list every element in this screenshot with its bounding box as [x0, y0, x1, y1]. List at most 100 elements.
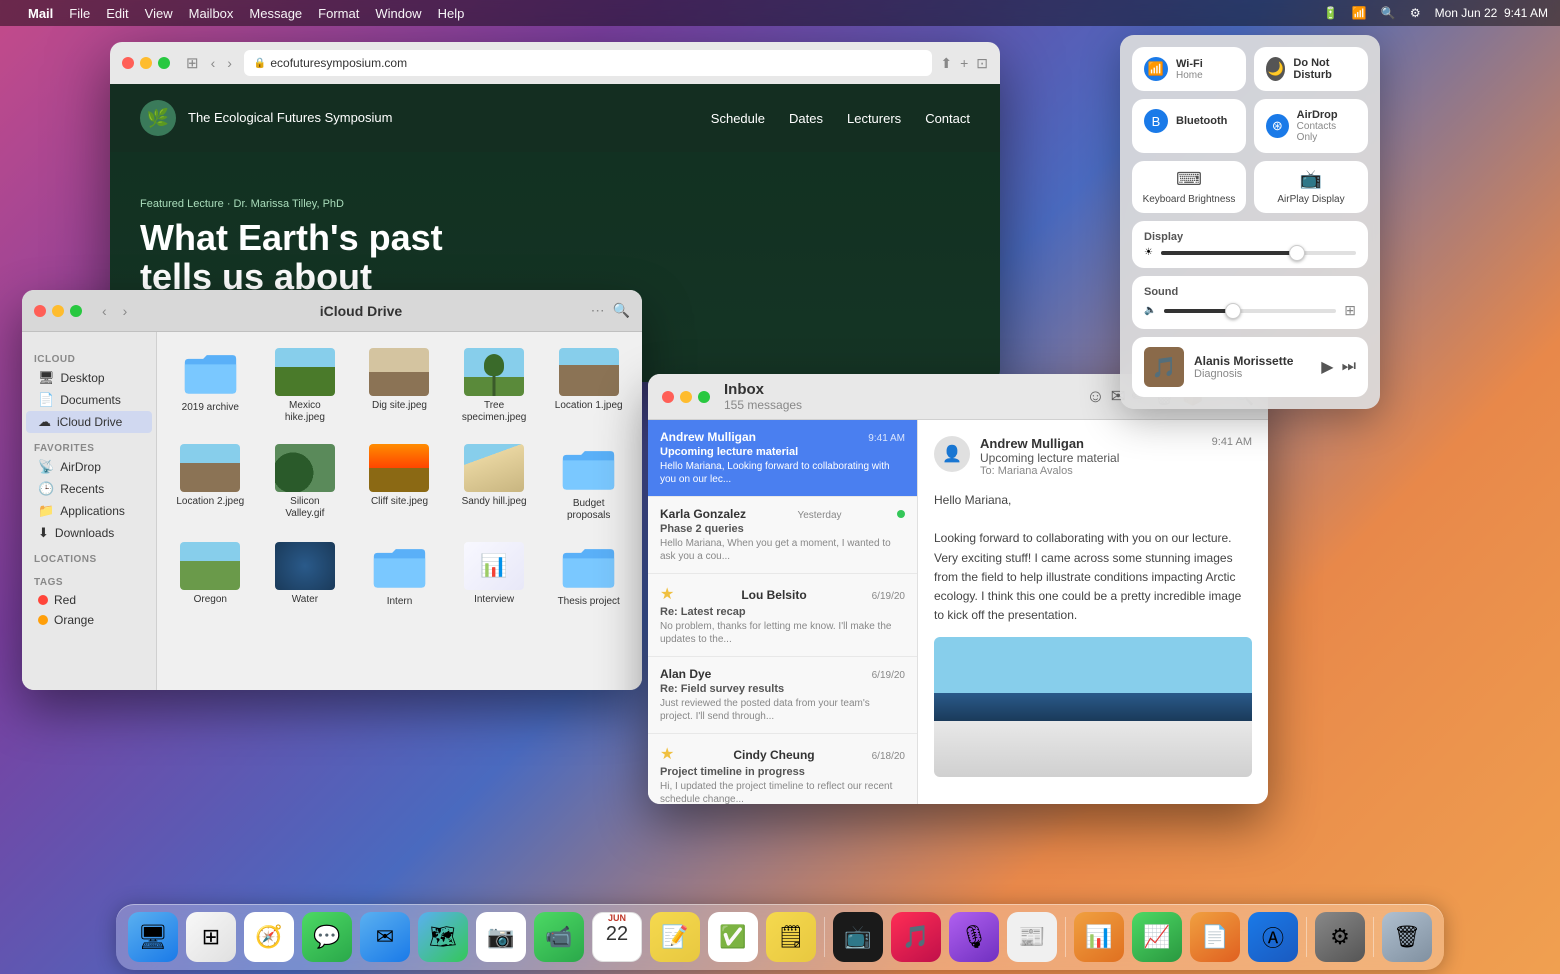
browser-close-button[interactable]: [122, 57, 134, 69]
cc-bluetooth-card[interactable]: B Bluetooth: [1132, 99, 1246, 153]
dock-safari[interactable]: 🧭: [242, 910, 296, 964]
file-item-thesis[interactable]: Thesis project: [545, 536, 632, 614]
menubar-help[interactable]: Help: [438, 6, 465, 21]
mail-item-andrew[interactable]: Andrew Mulligan 9:41 AM Upcoming lecture…: [648, 420, 917, 497]
menubar-window[interactable]: Window: [375, 6, 421, 21]
file-item-mexico[interactable]: Mexico hike.jpeg: [262, 342, 349, 430]
sidebar-item-airdrop[interactable]: 📡 AirDrop: [26, 456, 152, 478]
menubar-app[interactable]: Mail: [28, 6, 53, 21]
dock-calendar[interactable]: JUN 22: [590, 910, 644, 964]
dock-trash[interactable]: 🗑: [1380, 910, 1434, 964]
np-play-button[interactable]: ▶: [1321, 357, 1333, 377]
file-item-oregon[interactable]: Oregon: [167, 536, 254, 614]
menubar-format[interactable]: Format: [318, 6, 359, 21]
cc-wifi-card[interactable]: 📶 Wi-Fi Home: [1132, 47, 1246, 91]
browser-minimize-button[interactable]: [140, 57, 152, 69]
dock-photos[interactable]: 📷: [474, 910, 528, 964]
folder-icon-budget: [559, 444, 619, 494]
finder-close-button[interactable]: [34, 305, 46, 317]
menubar-message[interactable]: Message: [249, 6, 302, 21]
file-item-siliconvalley[interactable]: Silicon Valley.gif: [262, 438, 349, 528]
sidebar-item-icloud-drive[interactable]: ☁ iCloud Drive: [26, 411, 152, 433]
np-skip-button[interactable]: ⏭: [1342, 358, 1356, 376]
dock-podcasts[interactable]: 🎙: [947, 910, 1001, 964]
dock-appstore[interactable]: Ⓐ: [1246, 910, 1300, 964]
sidebar-item-recents[interactable]: 🕒 Recents: [26, 478, 152, 500]
dock-launchpad[interactable]: ⊞: [184, 910, 238, 964]
dock-numbers[interactable]: 📈: [1130, 910, 1184, 964]
sidebar-item-applications[interactable]: 📁 Applications: [26, 500, 152, 522]
dock-facetime[interactable]: 📹: [532, 910, 586, 964]
finder-more-button[interactable]: ⋯: [591, 302, 605, 319]
browser-share-button[interactable]: ⬆: [940, 55, 952, 72]
cc-airdrop-card[interactable]: ⊛ AirDrop Contacts Only: [1254, 99, 1368, 153]
dock-music[interactable]: 🎵: [889, 910, 943, 964]
dock-keynote[interactable]: 📊: [1072, 910, 1126, 964]
menubar-view[interactable]: View: [145, 6, 173, 21]
browser-zoom-button[interactable]: [158, 57, 170, 69]
mail-close-button[interactable]: [662, 391, 674, 403]
file-item-water[interactable]: Water: [262, 536, 349, 614]
file-item-budget[interactable]: Budget proposals: [545, 438, 632, 528]
dock-news[interactable]: 📰: [1005, 910, 1059, 964]
sidebar-toggle-button[interactable]: ⊞: [186, 54, 199, 72]
cc-sound-expand-icon[interactable]: ⊞: [1344, 302, 1356, 319]
finder-minimize-button[interactable]: [52, 305, 64, 317]
dock-mail[interactable]: ✉: [358, 910, 412, 964]
cc-keyboard-card[interactable]: ⌨ Keyboard Brightness: [1132, 161, 1246, 213]
control-center-icon[interactable]: ⚙: [1410, 6, 1421, 20]
finder-zoom-button[interactable]: [70, 305, 82, 317]
file-item-intern[interactable]: Intern: [356, 536, 443, 614]
mail-item-cindy[interactable]: ★ Cindy Cheung 6/18/20 Project timeline …: [648, 734, 917, 804]
dock-system-preferences[interactable]: ⚙: [1313, 910, 1367, 964]
browser-add-tab-button[interactable]: +: [960, 55, 968, 71]
dock-messages[interactable]: 💬: [300, 910, 354, 964]
file-item-interview[interactable]: 📊 Interview: [451, 536, 538, 614]
nav-schedule[interactable]: Schedule: [711, 111, 765, 126]
file-item-sandyhill[interactable]: Sandy hill.jpeg: [451, 438, 538, 528]
file-item-2019-archive[interactable]: 2019 archive: [167, 342, 254, 430]
mail-item-lou[interactable]: ★ Lou Belsito 6/19/20 Re: Latest recap N…: [648, 574, 917, 657]
dock-finder[interactable]: 🖥: [126, 910, 180, 964]
mail-zoom-button[interactable]: [698, 391, 710, 403]
menubar-file[interactable]: File: [69, 6, 90, 21]
mail-item-karla[interactable]: Karla Gonzalez Yesterday Phase 2 queries…: [648, 497, 917, 574]
sidebar-item-desktop[interactable]: 🖥 Desktop: [26, 367, 152, 389]
nav-lecturers[interactable]: Lecturers: [847, 111, 901, 126]
mail-compose-reply-button[interactable]: ☺: [1086, 386, 1104, 407]
nav-dates[interactable]: Dates: [789, 111, 823, 126]
browser-forward-button[interactable]: ›: [223, 53, 236, 73]
finder-forward-button[interactable]: ›: [119, 301, 132, 321]
dock-reminders[interactable]: ✅: [706, 910, 760, 964]
star-lou: ★: [660, 584, 674, 604]
cc-airplay-card[interactable]: 📺 AirPlay Display: [1254, 161, 1368, 213]
sidebar-tag-orange[interactable]: Orange: [26, 610, 152, 630]
browser-reader-button[interactable]: ⊡: [976, 55, 988, 72]
menubar-mailbox[interactable]: Mailbox: [189, 6, 234, 21]
file-item-loc2[interactable]: Location 2.jpeg: [167, 438, 254, 528]
browser-back-button[interactable]: ‹: [207, 53, 220, 73]
cc-display-slider[interactable]: [1161, 251, 1356, 255]
browser-address-bar[interactable]: 🔒 ecofuturesymposium.com: [244, 50, 932, 76]
dock-maps[interactable]: 🗺: [416, 910, 470, 964]
cc-dnd-card[interactable]: 🌙 Do Not Disturb: [1254, 47, 1368, 91]
sidebar-item-downloads[interactable]: ⬇ Downloads: [26, 522, 152, 544]
menubar-edit[interactable]: Edit: [106, 6, 128, 21]
dock-tv[interactable]: 📺: [831, 910, 885, 964]
sidebar-tag-red[interactable]: Red: [26, 590, 152, 610]
dock-notes[interactable]: 📝: [648, 910, 702, 964]
mail-item-alan[interactable]: Alan Dye 6/19/20 Re: Field survey result…: [648, 657, 917, 734]
nav-contact[interactable]: Contact: [925, 111, 970, 126]
file-item-digsite[interactable]: Dig site.jpeg: [356, 342, 443, 430]
file-item-cliffsite[interactable]: Cliff site.jpeg: [356, 438, 443, 528]
file-item-tree[interactable]: Tree specimen.jpeg: [451, 342, 538, 430]
sidebar-item-documents[interactable]: 📄 Documents: [26, 389, 152, 411]
file-item-loc1[interactable]: Location 1.jpeg: [545, 342, 632, 430]
dock-stickies[interactable]: 🗒: [764, 910, 818, 964]
mail-minimize-button[interactable]: [680, 391, 692, 403]
finder-back-button[interactable]: ‹: [98, 301, 111, 321]
dock-pages[interactable]: 📄: [1188, 910, 1242, 964]
cc-sound-slider[interactable]: [1164, 309, 1336, 313]
finder-search-button[interactable]: 🔍: [613, 302, 630, 319]
search-icon[interactable]: 🔍: [1381, 6, 1396, 20]
